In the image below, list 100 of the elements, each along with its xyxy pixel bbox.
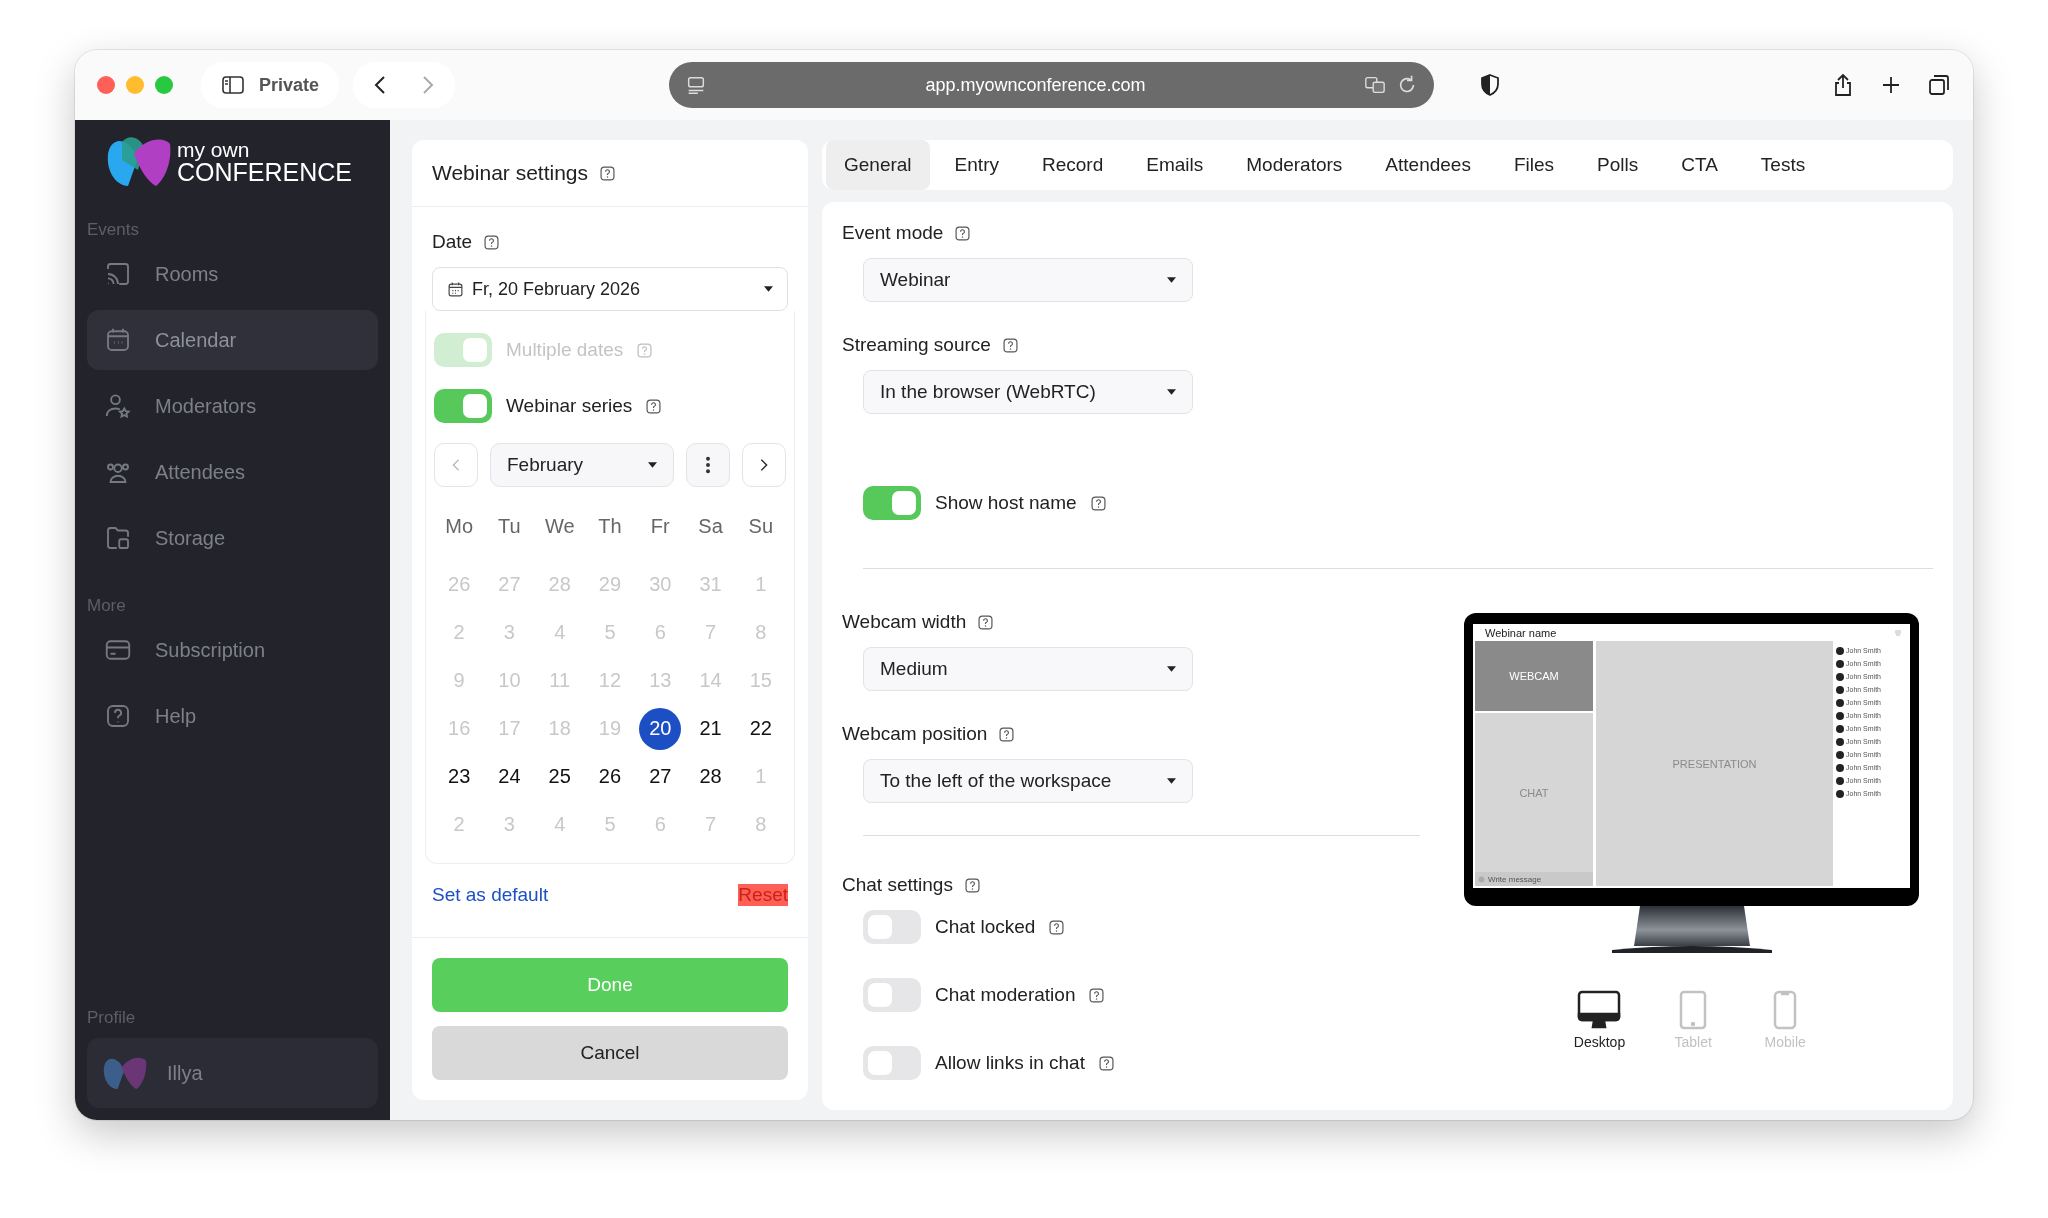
sidebar-item-icon <box>103 391 133 421</box>
calendar-day[interactable]: 23 <box>438 755 481 798</box>
date-field[interactable]: Fr, 20 February 2026 <box>432 267 788 311</box>
calendar-day[interactable]: 27 <box>639 755 682 798</box>
address-bar[interactable]: app.myownconference.com <box>669 62 1435 108</box>
help-icon[interactable] <box>964 877 980 893</box>
done-button[interactable]: Done <box>432 958 788 1012</box>
webcam-label: WEBCAM <box>1509 670 1559 682</box>
help-icon[interactable] <box>1002 337 1018 353</box>
calendar-day[interactable]: 22 <box>739 707 782 750</box>
logo-text: CONFERENCE <box>177 160 352 185</box>
month-select[interactable]: February <box>490 443 674 487</box>
weekday-label: Th <box>598 515 622 539</box>
reset-link[interactable]: Reset <box>738 884 788 906</box>
tab[interactable]: Tests <box>1742 140 1824 190</box>
section-title: Profile <box>87 1008 136 1028</box>
device-option[interactable]: Tablet <box>1669 990 1718 1050</box>
close-button[interactable] <box>97 76 115 94</box>
kebab-menu-icon <box>705 456 711 474</box>
help-icon[interactable] <box>999 726 1015 742</box>
toggle-switch[interactable] <box>863 486 921 520</box>
section-title: More <box>87 596 126 616</box>
sidebar-item[interactable]: Attendees <box>87 442 378 502</box>
tab[interactable]: Record <box>1023 140 1122 190</box>
field-label: Event mode <box>842 222 944 244</box>
help-icon[interactable] <box>646 398 662 414</box>
caret-icon <box>1167 666 1176 672</box>
help-icon[interactable] <box>600 165 616 181</box>
chevron-left-icon <box>451 458 461 472</box>
sidebar-item[interactable]: Subscription <box>87 620 378 680</box>
toggle-switch[interactable] <box>434 389 492 423</box>
calendar-day[interactable]: 26 <box>589 755 631 798</box>
help-icon[interactable] <box>1090 495 1106 511</box>
field-label: Streaming source <box>842 334 991 356</box>
sidebar-item[interactable]: Moderators <box>87 376 378 436</box>
message-field: Write message <box>1475 872 1593 886</box>
sidebar-item[interactable]: Calendar <box>87 310 378 370</box>
calendar-day[interactable]: 28 <box>689 755 732 798</box>
device-option[interactable]: Mobile <box>1761 990 1810 1050</box>
tab[interactable]: Emails <box>1128 140 1222 190</box>
select-field[interactable]: Webinar <box>863 258 1193 302</box>
tab[interactable]: CTA <box>1663 140 1736 190</box>
select-field[interactable]: To the left of the workspace <box>863 759 1193 803</box>
toggle-switch[interactable] <box>863 978 921 1012</box>
field-label: Date <box>432 231 473 253</box>
chevron-right-icon <box>759 458 769 472</box>
weekday-label: Su <box>748 515 774 539</box>
caret-icon <box>1167 277 1176 283</box>
select-field[interactable]: In the browser (WebRTC) <box>863 370 1193 414</box>
weekday-label: Mo <box>445 515 474 539</box>
toggle-label: Chat locked <box>935 916 1036 938</box>
profile-item[interactable]: Illya <box>87 1038 378 1108</box>
weekday-label: Sa <box>698 515 723 539</box>
tab[interactable]: Files <box>1495 140 1573 190</box>
set-as-default-link[interactable]: Set as default <box>432 884 549 906</box>
presentation-label: PRESENTATION <box>1672 757 1757 770</box>
more-options-button[interactable] <box>686 443 730 487</box>
weekday-label: Tu <box>498 515 521 539</box>
caret-icon <box>648 462 657 468</box>
tab[interactable]: Attendees <box>1367 140 1489 190</box>
tab[interactable]: General <box>826 140 930 190</box>
caret-icon <box>1167 778 1176 784</box>
calendar-day[interactable]: 21 <box>689 707 732 750</box>
calendar-day[interactable]: 25 <box>538 755 581 798</box>
section-title: Events <box>87 220 139 240</box>
chat-label: CHAT <box>1518 785 1550 801</box>
translate-icon[interactable] <box>1364 74 1387 96</box>
calendar-day[interactable]: 20 <box>639 707 682 750</box>
webinar-name-text: Webinar name <box>1485 626 1557 639</box>
sidebar-item[interactable]: Storage <box>87 508 378 568</box>
tab[interactable]: Moderators <box>1228 140 1361 190</box>
toggle-label: Chat moderation <box>935 984 1076 1006</box>
tab[interactable]: Polls <box>1579 140 1657 190</box>
sidebar-item[interactable]: Help <box>87 686 378 746</box>
weekday-label: Fr <box>650 515 670 539</box>
device-option[interactable]: Desktop <box>1573 990 1626 1050</box>
help-icon[interactable] <box>955 225 971 241</box>
caret-icon <box>1167 389 1176 395</box>
select-field[interactable]: Medium <box>863 647 1193 691</box>
sidebar-icon <box>221 73 245 97</box>
tabs-icon[interactable] <box>1927 73 1951 97</box>
help-icon[interactable] <box>1049 919 1065 935</box>
toggle-switch[interactable] <box>863 1046 921 1080</box>
cancel-button[interactable]: Cancel <box>432 1026 788 1080</box>
help-icon[interactable] <box>978 614 994 630</box>
caret-icon <box>764 286 773 292</box>
private-tab-button[interactable]: Private <box>201 62 340 108</box>
weekday-label: We <box>544 515 575 539</box>
field-label: Webcam position <box>842 723 988 745</box>
toggle-label: Multiple dates <box>506 339 624 361</box>
help-icon[interactable] <box>1089 987 1105 1003</box>
date-value: Fr, 20 February 2026 <box>472 278 642 300</box>
help-icon[interactable] <box>1098 1055 1114 1071</box>
sidebar-item[interactable]: Rooms <box>87 244 378 304</box>
logo-text: my own <box>177 139 251 160</box>
toggle-switch[interactable] <box>863 910 921 944</box>
help-icon[interactable] <box>484 234 500 250</box>
calendar-day[interactable]: 24 <box>488 755 531 798</box>
toggle-label: Webinar series <box>506 395 633 417</box>
tab[interactable]: Entry <box>936 140 1017 190</box>
